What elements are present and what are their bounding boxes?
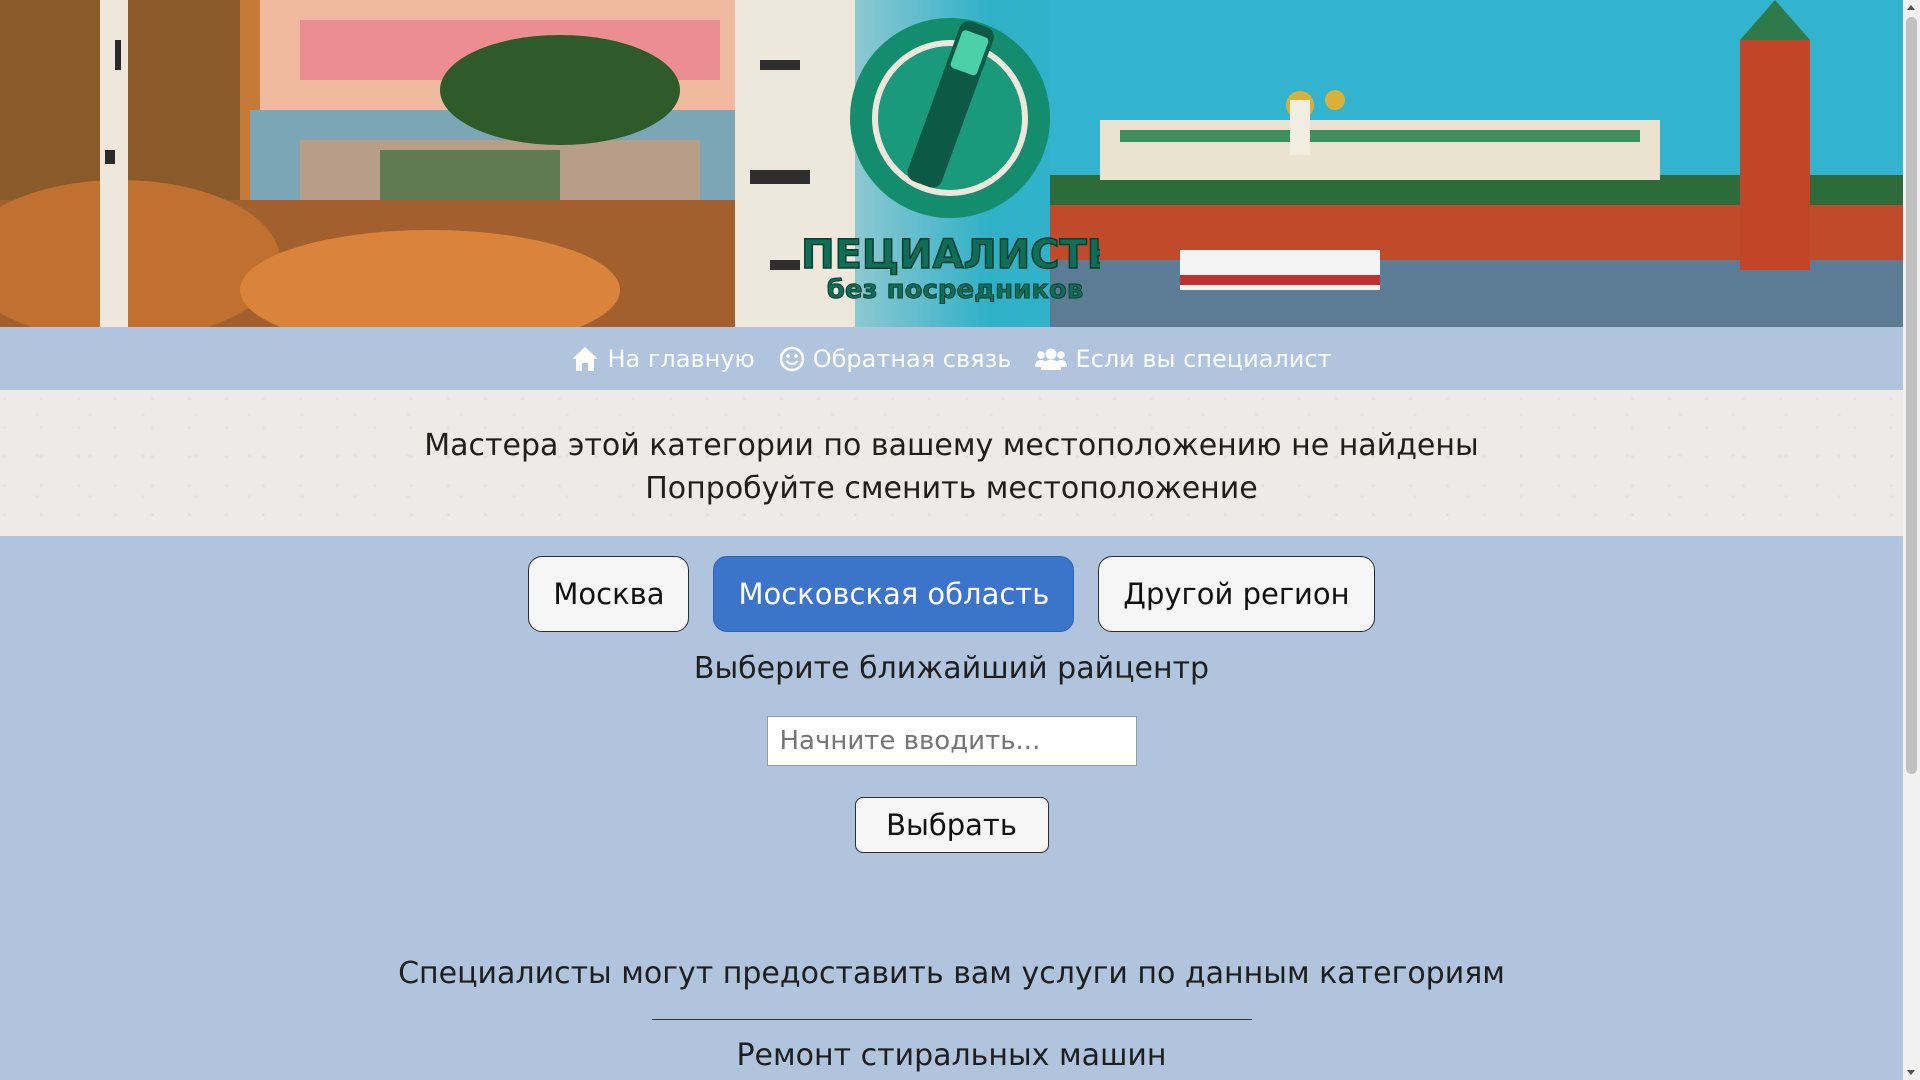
divider	[651, 1019, 1252, 1020]
not-found-notice: Мастера этой категории по вашему местопо…	[0, 390, 1903, 536]
nav-item-label: Если вы специалист	[1075, 344, 1332, 373]
nav-item-feedback[interactable]: Обратная связь	[779, 344, 1012, 373]
nav-item-home[interactable]: На главную	[571, 344, 755, 373]
scroll-up-arrow-icon[interactable]	[1907, 5, 1915, 10]
page: СПЕЦИАЛИСТЫ без посредников На главную	[0, 0, 1903, 1080]
scroll-down-arrow-icon[interactable]	[1907, 1070, 1915, 1075]
notice-line-change-location: Попробуйте сменить местоположение	[645, 471, 1258, 506]
smile-icon	[779, 346, 805, 372]
nav-item-label: Обратная связь	[812, 344, 1012, 373]
region-button-moscow[interactable]: Москва	[528, 556, 690, 632]
header-banner: СПЕЦИАЛИСТЫ без посредников	[0, 0, 1903, 327]
page-scrollbar[interactable]	[1903, 0, 1920, 1080]
notice-line-not-found: Мастера этой категории по вашему местопо…	[424, 428, 1479, 463]
logo[interactable]: СПЕЦИАЛИСТЫ без посредников	[800, 0, 1100, 327]
region-selector: Москва Московская область Другой регион	[0, 556, 1903, 632]
region-button-moscow-oblast[interactable]: Московская область	[713, 556, 1075, 632]
nav-item-specialist[interactable]: Если вы специалист	[1035, 344, 1332, 373]
region-button-other[interactable]: Другой регион	[1098, 556, 1375, 632]
logo-subtitle: без посредников	[827, 275, 1084, 305]
choose-wrap: Выбрать	[0, 797, 1903, 853]
district-search-input[interactable]	[766, 716, 1137, 766]
main-nav: На главную Обратная связь Если вы специа…	[0, 327, 1903, 390]
services-title: Специалисты могут предоставить вам услуг…	[398, 956, 1505, 991]
district-label: Выберите ближайший райцентр	[693, 651, 1210, 686]
scroll-thumb[interactable]	[1906, 17, 1917, 774]
district-search-wrap	[0, 716, 1903, 766]
users-icon	[1035, 346, 1068, 372]
logo-title: СПЕЦИАЛИСТЫ	[800, 232, 1100, 278]
home-icon	[571, 346, 599, 372]
category-item[interactable]: Ремонт стиральных машин	[0, 1038, 1903, 1078]
choose-button[interactable]: Выбрать	[854, 797, 1049, 853]
nav-item-label: На главную	[607, 344, 755, 373]
